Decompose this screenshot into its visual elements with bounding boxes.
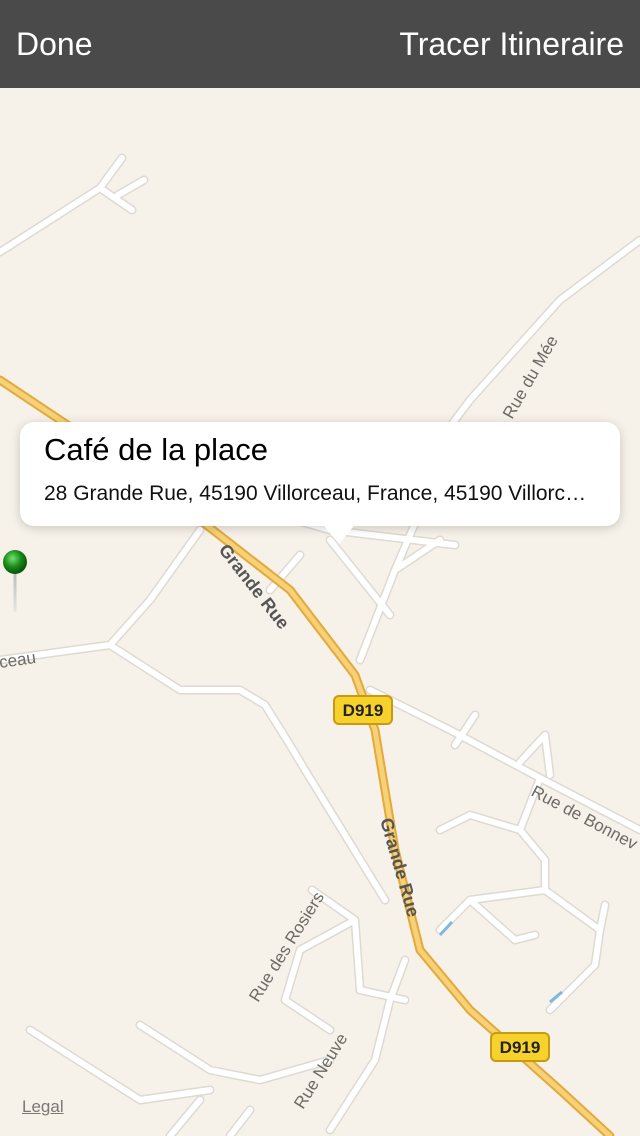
- legal-link[interactable]: Legal: [22, 1097, 64, 1117]
- tracer-itineraire-button[interactable]: Tracer Itineraire: [399, 0, 624, 88]
- label-rue-du-mee: Rue du Mée: [499, 332, 562, 422]
- callout-address: 28 Grande Rue, 45190 Villorceau, France,…: [44, 482, 596, 505]
- label-ceau: ceau: [0, 648, 37, 672]
- place-callout[interactable]: Café de la place 28 Grande Rue, 45190 Vi…: [20, 422, 620, 544]
- map-canvas: Grande Rue Grande Rue Rue du Mée Rue de …: [0, 153, 640, 1136]
- road-shield-d919-lower: D919: [490, 1032, 550, 1062]
- location-pin-icon[interactable]: [0, 548, 30, 614]
- shield-label: D919: [343, 701, 384, 720]
- callout-title: Café de la place: [44, 432, 269, 467]
- map-view[interactable]: Grande Rue Grande Rue Rue du Mée Rue de …: [0, 88, 640, 1136]
- road-shield-d919-upper: D919: [333, 695, 393, 725]
- done-button[interactable]: Done: [16, 0, 93, 88]
- shield-label: D919: [500, 1038, 541, 1057]
- map-screen: Done Tracer Itineraire Grande Rue Grande…: [0, 0, 640, 1136]
- callout-pointer: [321, 522, 357, 544]
- navigation-bar: Done Tracer Itineraire: [0, 0, 640, 88]
- minor-roads: [0, 155, 640, 1136]
